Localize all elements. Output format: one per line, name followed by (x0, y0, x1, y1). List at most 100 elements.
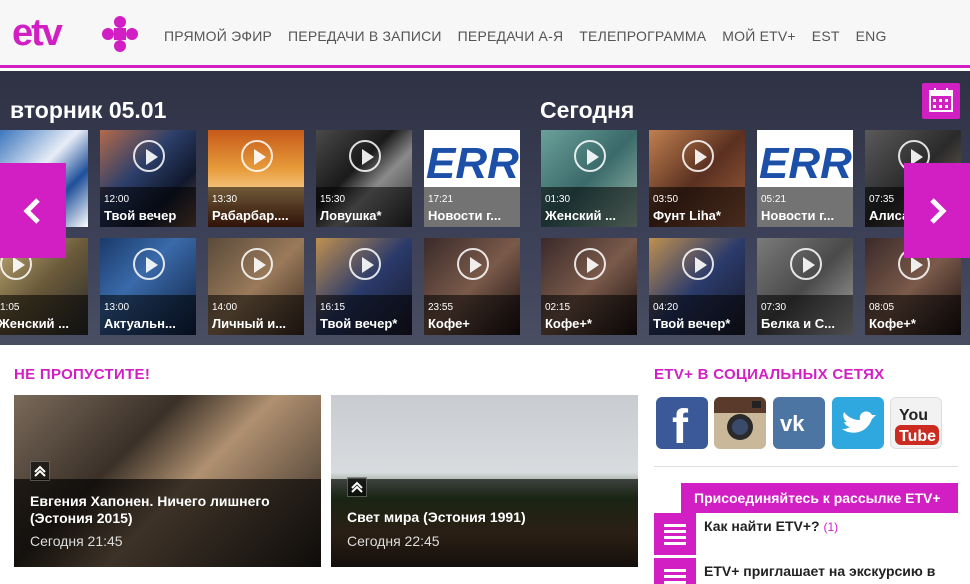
play-icon (574, 140, 606, 172)
calendar-button[interactable] (922, 83, 960, 119)
program-title: Твой вечер* (320, 316, 398, 331)
program-title: Фунт Liha* (653, 208, 721, 223)
nav-lang-est[interactable]: EST (812, 28, 840, 44)
program-time: 23:55 (428, 302, 454, 313)
play-icon (241, 140, 273, 172)
main-nav: ПРЯМОЙ ЭФИР ПЕРЕДАЧИ В ЗАПИСИ ПЕРЕДАЧИ А… (164, 28, 903, 44)
program-time: 07:30 (761, 302, 787, 313)
svg-text:f: f (672, 401, 689, 449)
nav-recorded[interactable]: ПЕРЕДАЧИ В ЗАПИСИ (288, 28, 442, 44)
news-title: Как найти ETV+? (704, 518, 820, 534)
schedule-tile[interactable]: 04:20 Твой вечер* (649, 238, 745, 335)
play-icon (241, 248, 273, 280)
news-item[interactable]: Как найти ETV+? (1) (654, 513, 970, 557)
schedule-tile[interactable]: 13:00 Актуальн... (100, 238, 196, 335)
schedule-tile[interactable]: 15:30 Ловушка* (316, 130, 412, 227)
nav-a-z[interactable]: ПЕРЕДАЧИ А-Я (458, 28, 564, 44)
program-title: Ловушка* (320, 208, 382, 223)
nav-tv-guide[interactable]: ТЕЛЕПРОГРАММА (579, 28, 706, 44)
divider (654, 466, 958, 467)
social-title: ETV+ В СОЦИАЛЬНЫХ СЕТЯХ (654, 366, 885, 383)
program-title: Актуальн... (104, 316, 176, 331)
schedule-tile[interactable]: 01:30 Женский ... (541, 130, 637, 227)
featured-program[interactable]: Евгения Хапонен. Ничего лишнего (Эстония… (14, 395, 321, 567)
featured-title: Евгения Хапонен. Ничего лишнего (Эстония… (30, 493, 270, 526)
facebook-icon[interactable]: f (656, 397, 708, 449)
program-time: 17:21 (428, 194, 454, 205)
chevron-left-icon (23, 197, 40, 224)
etv-plus-logo[interactable]: etv (12, 14, 142, 54)
play-icon (133, 248, 165, 280)
chevron-right-icon (930, 197, 947, 224)
program-time: 05:21 (761, 194, 787, 205)
featured-time: Сегодня 22:45 (347, 533, 440, 549)
program-title: Женский ... (0, 316, 69, 331)
program-time: 14:00 (212, 302, 238, 313)
play-icon (133, 140, 165, 172)
news-title: ETV+ приглашает на экскурсию в (704, 563, 936, 579)
schedule-tile[interactable]: 16:15 Твой вечер* (316, 238, 412, 335)
schedule-tile[interactable]: 03:50 Фунт Liha* (649, 130, 745, 227)
program-title: Женский ... (545, 208, 616, 223)
featured-time: Сегодня 21:45 (30, 533, 123, 549)
program-title: Твой вечер (104, 208, 177, 223)
chevron-up-icon (347, 477, 367, 497)
twitter-icon[interactable] (832, 397, 884, 449)
program-time: 13:30 (212, 194, 238, 205)
program-time: 12:00 (104, 194, 130, 205)
play-icon (574, 248, 606, 280)
nav-lang-eng[interactable]: ENG (856, 28, 887, 44)
youtube-top-text: You (899, 407, 928, 424)
program-title: Кофе+ (428, 316, 470, 331)
program-title: Личный и... (212, 316, 287, 331)
dont-miss-title: НЕ ПРОПУСТИТЕ! (14, 366, 151, 383)
program-time: 04:20 (653, 302, 679, 313)
schedule-tile[interactable]: 12:00 Твой вечер (100, 130, 196, 227)
program-time: 08:05 (869, 302, 895, 313)
svg-text:etv: etv (12, 14, 63, 54)
program-time: 03:50 (653, 194, 679, 205)
program-time: 07:35 (869, 194, 895, 205)
schedule-tile[interactable]: ERR 05:21 Новости г... (757, 130, 853, 227)
schedule-carousel: вторник 05.01 Сегодня 12:00 Твой вечер 1… (0, 71, 970, 345)
featured-title: Свет мира (Эстония 1991) (347, 509, 526, 525)
news-item[interactable]: ETV+ приглашает на экскурсию в (654, 558, 970, 584)
carousel-next-button[interactable] (904, 163, 970, 258)
play-icon (682, 140, 714, 172)
schedule-tile[interactable]: 07:30 Белка и С... (757, 238, 853, 335)
youtube-icon[interactable]: You Tube (890, 397, 942, 449)
play-icon (682, 248, 714, 280)
play-icon (790, 248, 822, 280)
program-time: 1:05 (0, 302, 20, 313)
list-icon (654, 558, 696, 584)
nav-live[interactable]: ПРЯМОЙ ЭФИР (164, 28, 272, 44)
schedule-tile[interactable]: ERR 17:21 Новости г... (424, 130, 520, 227)
comment-count: (1) (823, 520, 839, 534)
schedule-tile[interactable]: 02:15 Кофе+* (541, 238, 637, 335)
program-time: 01:30 (545, 194, 571, 205)
play-icon (349, 248, 381, 280)
chevron-up-icon (30, 461, 50, 481)
schedule-tile[interactable]: 23:55 Кофе+ (424, 238, 520, 335)
play-icon (349, 140, 381, 172)
carousel-prev-button[interactable] (0, 163, 66, 258)
newsletter-signup-button[interactable]: Присоединяйтесь к рассылке ETV+ → (681, 483, 958, 522)
program-title: Твой вечер* (653, 316, 731, 331)
schedule-tile[interactable]: 14:00 Личный и... (208, 238, 304, 335)
program-title: Новости г... (428, 208, 502, 223)
vk-icon[interactable]: vk (773, 397, 825, 449)
play-icon (457, 248, 489, 280)
svg-text:ERR: ERR (759, 139, 852, 188)
program-title: Кофе+* (869, 316, 916, 331)
svg-text:ERR: ERR (426, 139, 519, 188)
featured-program[interactable]: Свет мира (Эстония 1991) Сегодня 22:45 (331, 395, 638, 567)
instagram-icon[interactable] (714, 397, 766, 449)
program-time: 02:15 (545, 302, 571, 313)
list-icon (654, 513, 696, 555)
program-title: Рабарбар.... (212, 208, 289, 223)
program-time: 15:30 (320, 194, 346, 205)
schedule-tile[interactable]: 13:30 Рабарбар.... (208, 130, 304, 227)
svg-text:vk: vk (780, 411, 805, 436)
nav-my-etv[interactable]: МОЙ ETV+ (722, 28, 796, 44)
program-time: 13:00 (104, 302, 130, 313)
